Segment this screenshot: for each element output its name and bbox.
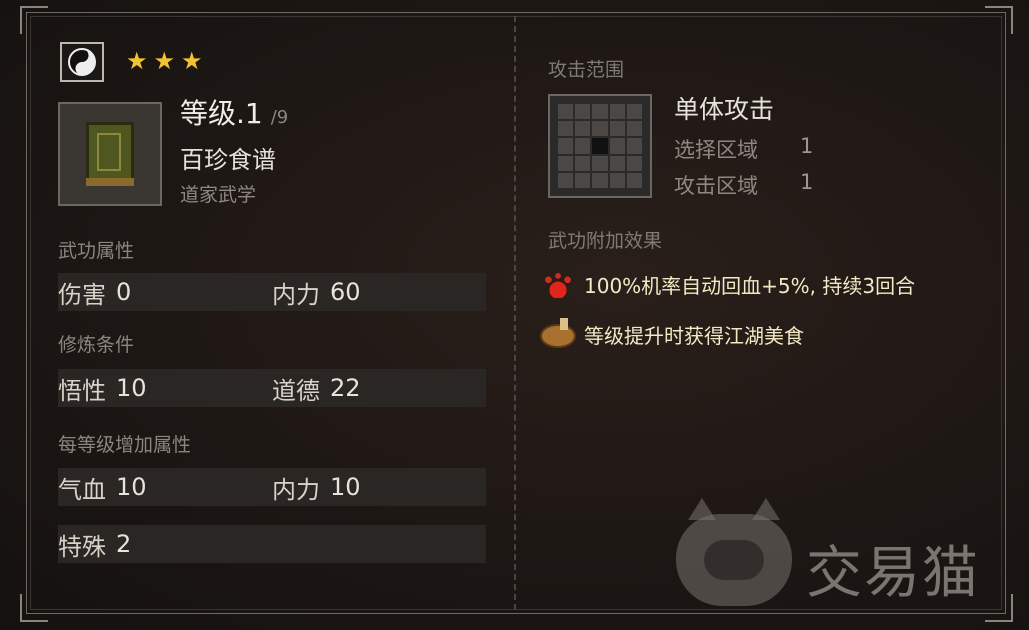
- attr-internal-power: 内力 60: [272, 273, 361, 311]
- blood-splash-icon: [538, 266, 578, 302]
- per-level-row: 气血 10 内力 10: [58, 468, 486, 506]
- level-row: 等级.1 /9: [180, 92, 288, 132]
- range-cell: [592, 104, 608, 120]
- attributes-row: 伤害 0 内力 60: [58, 273, 486, 311]
- per-level-label: 每等级增加属性: [58, 434, 192, 456]
- range-cell: [575, 172, 591, 188]
- range-cell: [575, 155, 591, 171]
- range-cell: [558, 121, 574, 137]
- req-key: 悟性: [58, 376, 106, 405]
- inner-frame: [30, 16, 1002, 610]
- requirements-row: 悟性 10 道德 22: [58, 369, 486, 407]
- effect-text: 100%机率自动回血+5%, 持续3回合: [584, 273, 916, 298]
- roast-food-icon: [538, 316, 578, 352]
- range-cell-target: [592, 138, 608, 154]
- req-key: 道德: [272, 376, 320, 405]
- level-max: /9: [270, 107, 289, 128]
- attack-area-label: 攻击区域: [674, 174, 758, 198]
- attack-area-value: 1: [800, 170, 814, 194]
- range-cell: [558, 104, 574, 120]
- level-label: 等级.1: [180, 97, 263, 130]
- range-cell: [626, 172, 642, 188]
- attack-type: 单体攻击: [674, 95, 775, 124]
- effect-item: 等级提升时获得江湖美食: [538, 316, 804, 352]
- range-cell: [592, 172, 608, 188]
- req-value: 10: [116, 374, 147, 402]
- attack-range-grid: [548, 94, 652, 198]
- column-divider: [514, 16, 516, 610]
- select-area-label: 选择区域: [674, 138, 758, 162]
- range-cell: [558, 172, 574, 188]
- attr-key: 伤害: [58, 280, 106, 309]
- range-cell: [626, 138, 642, 154]
- frame-corner-ornament: [985, 594, 1013, 622]
- attr-value: 60: [330, 278, 361, 306]
- skill-school: 道家武学: [180, 184, 257, 206]
- range-cell: [626, 155, 642, 171]
- book-icon: [86, 122, 134, 186]
- attr-damage: 伤害 0: [58, 273, 131, 311]
- range-cell: [558, 155, 574, 171]
- range-cell: [575, 121, 591, 137]
- range-cell: [609, 121, 625, 137]
- star-icon: ★: [181, 47, 203, 75]
- range-cell: [592, 121, 608, 137]
- range-cell: [609, 172, 625, 188]
- range-cell: [558, 138, 574, 154]
- yin-yang-icon: [60, 42, 104, 82]
- req-morality: 道德 22: [272, 369, 361, 407]
- skill-name: 百珍食谱: [180, 146, 276, 174]
- req-comprehension: 悟性 10: [58, 369, 147, 407]
- range-cell: [609, 155, 625, 171]
- per-level-key: 气血: [58, 475, 106, 504]
- attributes-label: 武功属性: [58, 240, 135, 262]
- effect-item: 100%机率自动回血+5%, 持续3回合: [538, 266, 915, 302]
- skill-detail-panel: ★ ★ ★ 等级.1 /9 百珍食谱 道家武学 武功属性 伤害 0 内力 60 …: [0, 0, 1029, 630]
- select-area-value: 1: [800, 134, 814, 158]
- range-cell: [626, 104, 642, 120]
- per-level-internal: 内力 10: [272, 468, 361, 506]
- per-level-key: 内力: [272, 475, 320, 504]
- range-cell: [592, 155, 608, 171]
- frame-corner-ornament: [20, 594, 48, 622]
- range-grid: [558, 104, 642, 188]
- attack-range-label: 攻击范围: [548, 59, 625, 81]
- range-cell: [626, 121, 642, 137]
- watermark-text: 交易猫: [806, 541, 980, 606]
- star-rating: ★ ★ ★: [126, 48, 203, 74]
- requirements-label: 修炼条件: [58, 334, 135, 356]
- range-cell: [609, 138, 625, 154]
- skill-book-slot: [58, 102, 162, 206]
- range-cell: [575, 104, 591, 120]
- frame-corner-ornament: [985, 6, 1013, 34]
- select-area-row: 选择区域 1: [674, 134, 813, 164]
- watermark-cat-logo: [676, 498, 792, 606]
- attr-value: 0: [116, 278, 132, 306]
- per-level-key: 特殊: [58, 532, 106, 561]
- star-icon: ★: [153, 47, 176, 75]
- per-level-value: 10: [330, 473, 361, 501]
- per-level-special: 特殊 2: [58, 525, 131, 563]
- attr-key: 内力: [272, 280, 320, 309]
- per-level-hp: 气血 10: [58, 468, 147, 506]
- star-icon: ★: [126, 47, 148, 75]
- range-cell: [575, 138, 591, 154]
- per-level-row-2: 特殊 2: [58, 525, 486, 563]
- req-value: 22: [330, 374, 361, 402]
- per-level-value: 10: [116, 473, 147, 501]
- effects-label: 武功附加效果: [548, 230, 663, 252]
- frame-corner-ornament: [20, 6, 48, 34]
- attack-area-row: 攻击区域 1: [674, 170, 813, 200]
- range-cell: [609, 104, 625, 120]
- effect-text: 等级提升时获得江湖美食: [584, 323, 804, 348]
- per-level-value: 2: [116, 530, 132, 558]
